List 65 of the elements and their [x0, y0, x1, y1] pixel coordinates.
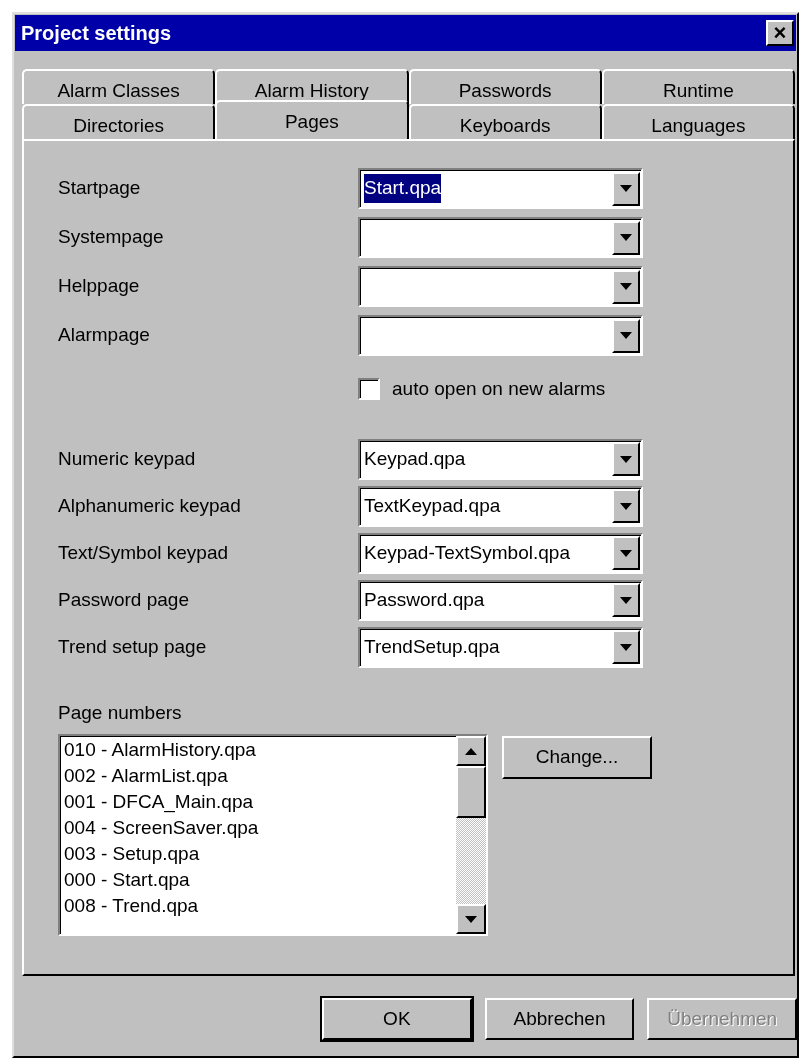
caret-icon: [620, 502, 632, 510]
caret-icon: [620, 234, 632, 241]
field-label: Alphanumeric keypad: [58, 493, 242, 518]
caret-icon: [620, 549, 632, 557]
scroll-down-button[interactable]: [456, 904, 486, 934]
dialog-button[interactable]: Abbrechen: [484, 998, 635, 1040]
tab[interactable]: Languages: [601, 104, 795, 139]
field-label: Trend setup page: [58, 634, 208, 659]
tab[interactable]: Runtime: [601, 69, 795, 104]
field-label: Systempage: [58, 225, 165, 250]
dropdown-button[interactable]: [612, 318, 640, 353]
dropdown-button[interactable]: [612, 489, 640, 523]
scrollbar[interactable]: [456, 736, 486, 934]
tab[interactable]: Directories: [22, 104, 216, 139]
caret-icon: [620, 332, 632, 339]
scroll-thumb[interactable]: [456, 766, 486, 818]
field-label: Numeric keypad: [58, 446, 197, 471]
field-label: Alarmpage: [58, 323, 151, 348]
dropdown-button[interactable]: [612, 536, 640, 570]
section-label: Page numbers: [58, 700, 183, 725]
list-item[interactable]: 004 - ScreenSaver.qpa: [64, 815, 456, 841]
dropdown-button[interactable]: [612, 171, 640, 206]
caret-icon: [620, 596, 632, 604]
dropdown-button[interactable]: [612, 630, 640, 664]
tab[interactable]: Alarm Classes: [22, 69, 216, 104]
caret-icon: [620, 643, 632, 651]
field-label: Startpage: [58, 176, 142, 201]
combo-field[interactable]: Start.qpa: [358, 168, 643, 209]
field-label: Text/Symbol keypad: [58, 540, 230, 565]
dropdown-button[interactable]: [612, 583, 640, 617]
list-item[interactable]: 003 - Setup.qpa: [64, 841, 456, 867]
close-button[interactable]: ×: [766, 20, 794, 46]
dropdown-button[interactable]: [612, 220, 640, 255]
caret-icon: [465, 915, 477, 923]
combo-field[interactable]: [358, 266, 643, 307]
dropdown-button[interactable]: [612, 442, 640, 476]
list-item[interactable]: 001 - DFCA_Main.qpa: [64, 789, 456, 815]
dialog-button[interactable]: OK: [322, 998, 472, 1040]
combo-field[interactable]: TextKeypad.qpa: [358, 485, 643, 527]
combo-field[interactable]: [358, 315, 643, 356]
list-item[interactable]: 002 - AlarmList.qpa: [64, 763, 456, 789]
checkbox-label: auto open on new alarms: [392, 377, 606, 401]
caret-icon: [620, 283, 632, 290]
checkbox[interactable]: [358, 378, 380, 401]
field-label: Helppage: [58, 274, 141, 299]
tab[interactable]: Keyboards: [408, 104, 602, 139]
tab[interactable]: Passwords: [408, 69, 602, 104]
field-label: Password page: [58, 587, 190, 612]
list-item[interactable]: 010 - AlarmHistory.qpa: [64, 737, 456, 763]
caret-icon: [620, 185, 632, 192]
combo-field[interactable]: Keypad-TextSymbol.qpa: [358, 532, 643, 574]
up-arrow-icon: [465, 747, 477, 755]
list-item[interactable]: 000 - Start.qpa: [64, 867, 456, 893]
scroll-up-button[interactable]: [456, 736, 486, 766]
combo-field[interactable]: Password.qpa: [358, 579, 643, 621]
combo-field[interactable]: TrendSetup.qpa: [358, 626, 643, 668]
list-item[interactable]: 008 - Trend.qpa: [64, 893, 456, 919]
caret-icon: [620, 455, 632, 463]
window-title: Project settings: [21, 21, 172, 46]
dropdown-button[interactable]: [612, 269, 640, 304]
list-box[interactable]: 010 - AlarmHistory.qpa 002 - AlarmList.qpa 001 - DFCA_Main.qpa 004 - ScreenSaver.qpa 003 - Setup.qpa 000 - Start.qpa 008 - Trend.qpa: [58, 734, 488, 936]
combo-field[interactable]: [358, 217, 643, 258]
change-button[interactable]: Change...: [502, 736, 652, 779]
combo-field[interactable]: Keypad.qpa: [358, 438, 643, 480]
tab[interactable]: Pages: [215, 100, 409, 139]
